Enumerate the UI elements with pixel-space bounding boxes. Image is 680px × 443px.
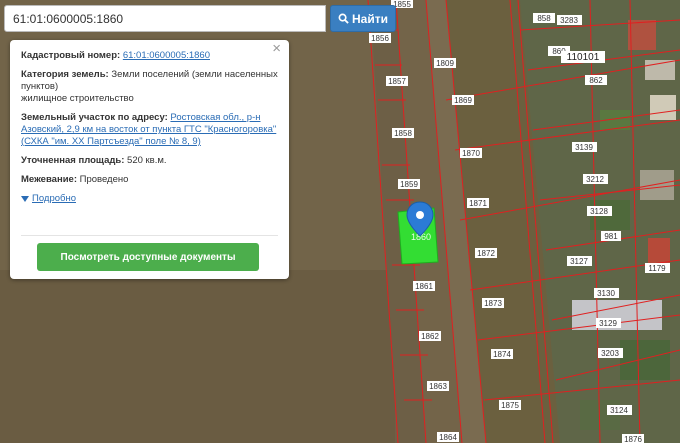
parcel-label: 3139 [572, 142, 597, 152]
cadastral-number-label: Кадастровый номер: [21, 50, 121, 61]
details-toggle[interactable]: Подробно [21, 193, 76, 205]
parcel-label: 1875 [499, 400, 521, 410]
svg-text:3129: 3129 [599, 319, 617, 328]
svg-text:1179: 1179 [648, 264, 666, 273]
parcel-label: 1872 [475, 248, 497, 258]
details-toggle-label: Подробно [32, 193, 76, 204]
svg-text:3128: 3128 [590, 207, 608, 216]
address-label: Земельный участок по адресу: [21, 112, 168, 123]
popup-divider [21, 235, 278, 236]
svg-text:1874: 1874 [493, 350, 511, 359]
parcel-label: 3127 [567, 256, 592, 266]
area-row: Уточненная площадь: 520 кв.м. [21, 155, 279, 167]
survey-row: Межевание: Проведено [21, 174, 279, 186]
svg-text:3139: 3139 [575, 143, 593, 152]
parcel-label: 858 [533, 13, 555, 23]
svg-text:1856: 1856 [371, 34, 389, 43]
parcel-label: 1857 [386, 76, 408, 86]
land-category-row: Категория земель: Земли поселений (земли… [21, 69, 279, 105]
svg-text:1859: 1859 [400, 180, 418, 189]
area-value: 520 кв.м. [127, 155, 167, 166]
survey-value: Проведено [79, 174, 129, 185]
svg-text:1873: 1873 [484, 299, 502, 308]
address-row: Земельный участок по адресу: Ростовская … [21, 112, 279, 148]
svg-text:1871: 1871 [469, 199, 487, 208]
parcel-label: 1864 [437, 432, 459, 442]
svg-text:1862: 1862 [421, 332, 439, 341]
area-label: Уточненная площадь: [21, 155, 125, 166]
parcel-info-popup: × Кадастровый номер: 61:01:0600005:1860 … [10, 40, 289, 279]
parcel-label: 3203 [598, 348, 623, 358]
parcel-label: 3130 [594, 288, 619, 298]
svg-text:1863: 1863 [429, 382, 447, 391]
search-bar: Найти [4, 5, 396, 32]
svg-text:3212: 3212 [586, 175, 604, 184]
view-documents-button[interactable]: Посмотреть доступные документы [37, 243, 259, 271]
parcel-label: 3128 [587, 206, 612, 216]
svg-text:110101: 110101 [567, 52, 600, 63]
svg-text:1870: 1870 [462, 149, 480, 158]
parcel-label: 1876 [622, 434, 644, 443]
parcel-label: 1856 [369, 33, 391, 43]
svg-text:981: 981 [604, 232, 618, 241]
parcel-label: 1873 [482, 298, 504, 308]
search-button-label: Найти [352, 11, 388, 26]
land-category-label: Категория земель: [21, 69, 109, 80]
svg-text:1857: 1857 [388, 77, 406, 86]
parcel-label: 1863 [427, 381, 449, 391]
close-icon[interactable]: × [272, 41, 281, 56]
parcel-label: 1858 [392, 128, 414, 138]
svg-text:3130: 3130 [597, 289, 615, 298]
parcel-label: 1809 [434, 58, 456, 68]
svg-text:3127: 3127 [570, 257, 588, 266]
cadastral-number-link[interactable]: 61:01:0600005:1860 [123, 50, 210, 61]
parcel-label: 1874 [491, 349, 513, 359]
triangle-down-icon [21, 196, 29, 202]
search-icon [338, 13, 349, 24]
svg-text:1875: 1875 [501, 401, 519, 410]
svg-text:3203: 3203 [601, 349, 619, 358]
svg-text:1809: 1809 [436, 59, 454, 68]
parcel-label: 3124 [607, 405, 632, 415]
survey-label: Межевание: [21, 174, 77, 185]
parcel-label: 3129 [596, 318, 621, 328]
parcel-label: 1871 [467, 198, 489, 208]
land-use-value: жилищное строительство [21, 93, 134, 104]
search-input[interactable] [4, 5, 326, 32]
parcel-label: 981 [601, 231, 621, 241]
svg-text:3283: 3283 [560, 16, 578, 25]
parcel-label: 3212 [583, 174, 608, 184]
parcel-label: 1859 [398, 179, 420, 189]
parcel-label: 1179 [645, 263, 670, 273]
svg-text:862: 862 [589, 76, 603, 85]
svg-text:1864: 1864 [439, 433, 457, 442]
svg-text:1869: 1869 [454, 96, 472, 105]
cadastral-number-row: Кадастровый номер: 61:01:0600005:1860 [21, 50, 279, 62]
svg-text:1872: 1872 [477, 249, 495, 258]
parcel-label: 1869 [452, 95, 474, 105]
svg-text:1876: 1876 [624, 435, 642, 443]
parcel-label: 1870 [460, 148, 482, 158]
svg-text:1861: 1861 [415, 282, 433, 291]
parcel-label: 3283 [557, 15, 582, 25]
svg-text:3124: 3124 [610, 406, 628, 415]
cadastral-block-label: 110101 [561, 51, 605, 63]
svg-text:858: 858 [537, 14, 551, 23]
search-button[interactable]: Найти [330, 5, 396, 32]
parcel-label: 862 [585, 75, 607, 85]
parcel-label: 1861 [413, 281, 435, 291]
parcel-label: 1862 [419, 331, 441, 341]
svg-text:1858: 1858 [394, 129, 412, 138]
